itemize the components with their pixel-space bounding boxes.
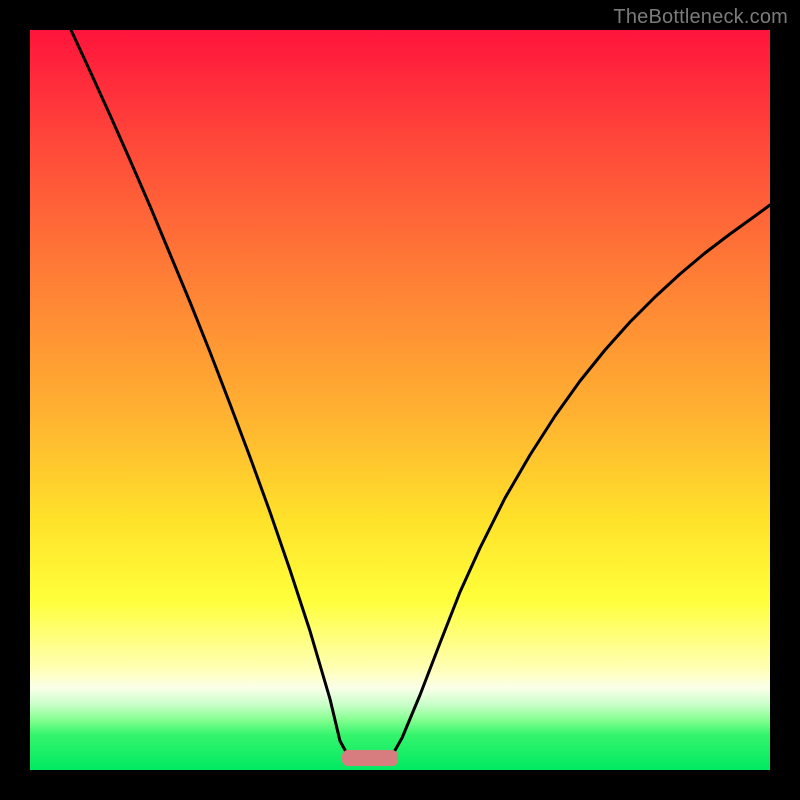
curve-right-branch: [390, 205, 770, 759]
curve-left-branch: [71, 30, 350, 759]
watermark-text: TheBottleneck.com: [613, 6, 788, 29]
chart-frame: TheBottleneck.com: [0, 0, 800, 800]
bottleneck-marker: [342, 750, 398, 766]
plot-area: [30, 30, 770, 770]
bottleneck-curve: [30, 30, 770, 770]
